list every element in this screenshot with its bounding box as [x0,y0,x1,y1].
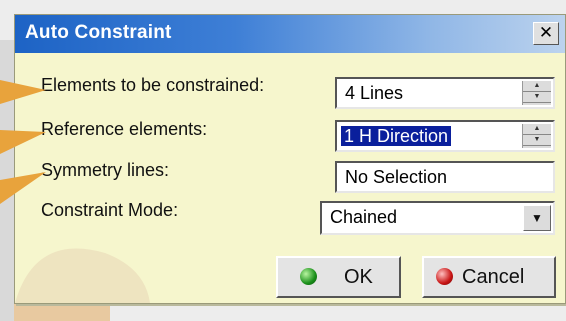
spin-down-icon[interactable]: ▼ [523,135,551,146]
auto-constraint-dialog: Auto Constraint ✕ Elements to be constra… [14,14,566,304]
ok-button[interactable]: OK [276,256,401,298]
red-sphere-icon [436,268,453,285]
arrow-icon [0,130,46,154]
arrow-icon [0,80,46,104]
cancel-label: Cancel [462,266,525,288]
ok-label: OK [344,266,373,288]
symmetry-label: Symmetry lines: [41,160,170,180]
chevron-down-icon[interactable]: ▼ [523,205,551,231]
reference-spinner[interactable]: ▲ ▼ [522,124,551,148]
green-sphere-icon [300,268,317,285]
symmetry-field[interactable]: No Selection [335,161,555,193]
mode-value: Chained [330,207,398,227]
mode-label: Constraint Mode: [41,200,179,220]
dialog-title: Auto Constraint [25,22,172,43]
elements-value: 4 Lines [345,83,404,103]
elements-spinner[interactable]: ▲ ▼ [522,81,551,105]
pointer-arrows [0,80,46,204]
reference-label: Reference elements: [41,119,208,139]
symmetry-value: No Selection [345,167,448,187]
reference-value: 1 H Direction [341,126,452,146]
reference-field[interactable]: 1 H Direction ▲ ▼ [335,120,555,152]
cancel-button[interactable]: Cancel [422,256,556,298]
close-icon: ✕ [538,23,554,43]
elements-label: Elements to be constrained: [41,75,265,95]
arrow-icon [0,172,46,204]
spin-down-icon[interactable]: ▼ [523,92,551,103]
spin-up-icon[interactable]: ▲ [523,81,551,92]
title-bar[interactable]: Auto Constraint ✕ [15,15,565,53]
mode-combo[interactable]: Chained ▼ [320,201,555,235]
close-button[interactable]: ✕ [533,22,559,45]
spin-up-icon[interactable]: ▲ [523,124,551,135]
elements-field[interactable]: 4 Lines ▲ ▼ [335,77,555,109]
